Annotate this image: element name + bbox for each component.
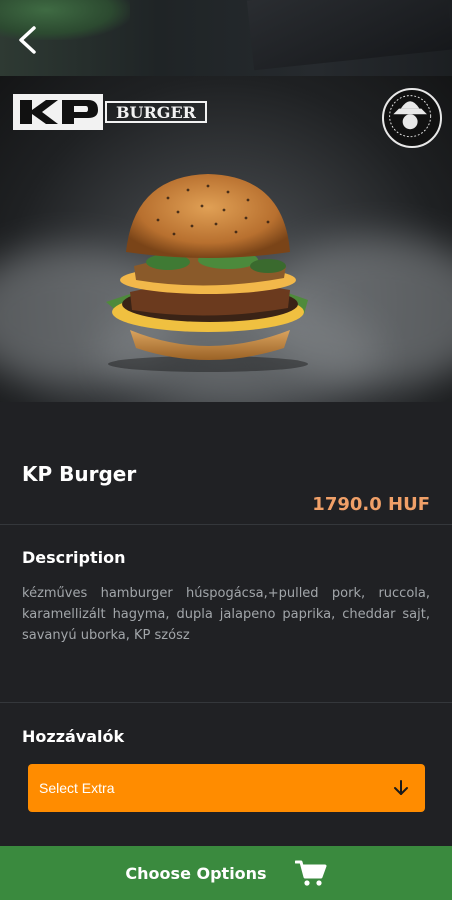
divider	[0, 524, 452, 525]
back-arrow-icon	[19, 26, 36, 54]
choose-options-button[interactable]: Choose Options	[0, 846, 452, 900]
background-slate	[246, 0, 452, 71]
round-logo	[382, 88, 442, 148]
brand-logo-text: BURGER	[116, 103, 197, 122]
cart-icon	[294, 860, 327, 886]
select-extra-label: Select Extra	[39, 780, 115, 796]
arrow-down-icon	[394, 780, 408, 795]
description-heading: Description	[22, 548, 126, 567]
burger-photo	[106, 174, 308, 372]
brand-logo: BURGER	[13, 94, 207, 130]
back-button[interactable]	[12, 22, 44, 58]
product-image: BURGER	[0, 76, 452, 402]
ingredients-heading: Hozzávalók	[22, 727, 125, 746]
product-price: 1790.0 HUF	[312, 494, 430, 515]
divider	[0, 702, 452, 703]
top-bar	[0, 0, 452, 76]
choose-options-label: Choose Options	[125, 863, 267, 883]
product-title: KP Burger	[22, 462, 137, 486]
select-extra-dropdown[interactable]: Select Extra	[28, 764, 425, 812]
description-text: kézműves hamburger húspogácsa,+pulled po…	[22, 586, 430, 643]
